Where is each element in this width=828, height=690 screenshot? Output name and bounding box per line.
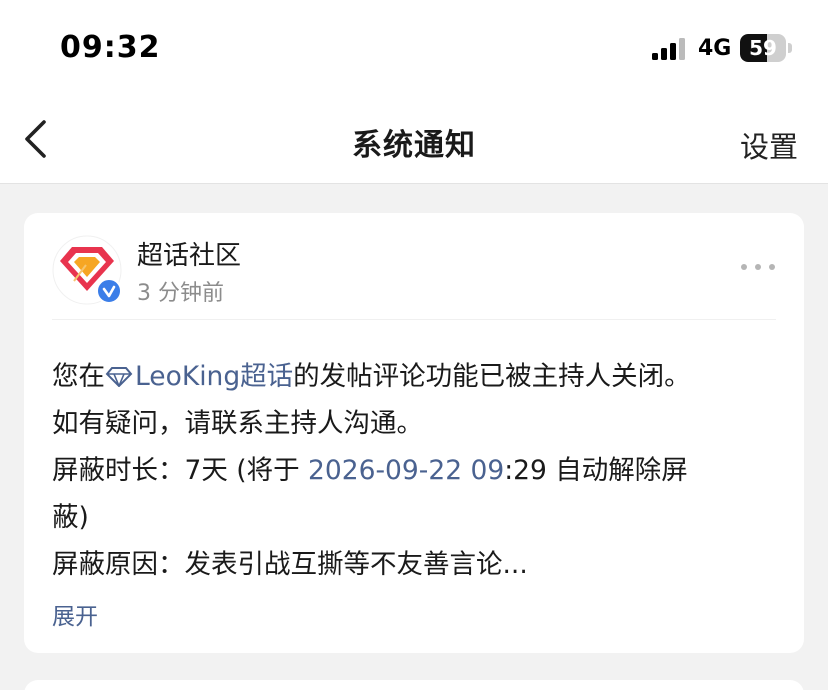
more-dots-icon[interactable] [736, 253, 780, 281]
page-title: 系统通知 [352, 128, 476, 163]
expand-button[interactable]: 展开 [52, 597, 98, 631]
divider [52, 319, 776, 320]
battery-percent: 59 [749, 36, 777, 60]
verified-v-icon [96, 278, 122, 304]
navigation-bar: 系统通知 设置 [0, 98, 828, 184]
message-line-2: 如有疑问，请联系主持人沟通。 [52, 408, 423, 439]
notification-message: 您在 LeoKing超话的发帖评论功能已被主持人关闭。 如有疑问，请联系主持人沟通… [52, 353, 782, 588]
settings-button[interactable]: 设置 [740, 124, 798, 166]
duration-date-link[interactable]: 2026-09-22 09 [308, 455, 504, 486]
reason-line: 屏蔽原因：发表引战互撕等不友善言论... [52, 549, 528, 580]
battery-icon: 59 [740, 34, 792, 62]
diamond-topic-icon [105, 367, 133, 387]
next-notification-card [24, 680, 804, 690]
duration-suffix: :29 自动解除屏 [504, 455, 688, 486]
status-time: 09:32 [60, 30, 161, 65]
duration-prefix: 屏蔽时长：7天 (将于 [52, 455, 309, 486]
status-bar: 09:32 4G 59 [0, 0, 828, 98]
signal-icon [652, 38, 685, 60]
topic-link[interactable]: LeoKing超话 [105, 361, 293, 392]
sender-name[interactable]: 超话社区 [137, 235, 241, 272]
network-type: 4G [698, 36, 732, 61]
duration-line: 屏蔽时长：7天 (将于 2026-09-22 09:29 自动解除屏 [52, 447, 782, 494]
topic-name[interactable]: LeoKing超话 [135, 361, 293, 392]
line1-suffix: 的发帖评论功能已被主持人关闭。 [293, 361, 691, 392]
message-line-1: 您在 LeoKing超话的发帖评论功能已被主持人关闭。 [52, 353, 782, 400]
timestamp: 3 分钟前 [137, 281, 224, 306]
notification-card: 超话社区 3 分钟前 您在 LeoKing超话的发帖评论功能已被主持人关闭。 如有… [24, 213, 804, 653]
duration-wrap: 蔽) [52, 502, 89, 533]
line1-prefix: 您在 [52, 361, 105, 392]
